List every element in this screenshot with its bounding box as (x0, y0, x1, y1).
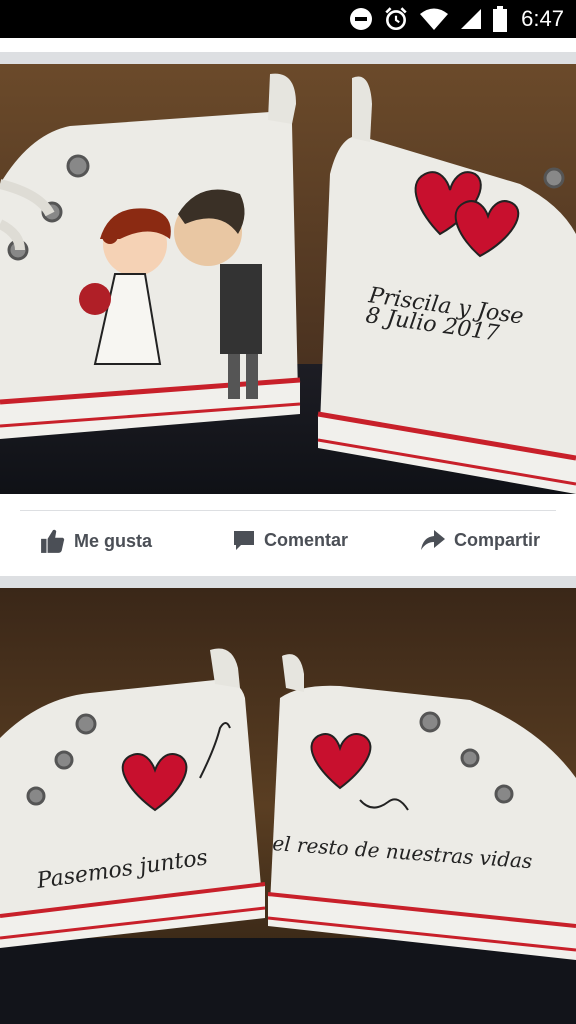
comment-button[interactable]: Comentar (232, 528, 348, 552)
signal-icon (461, 9, 482, 29)
comment-icon (234, 531, 254, 550)
share-button[interactable]: Compartir (420, 528, 540, 552)
battery-icon (493, 6, 508, 32)
wifi-icon (420, 8, 449, 30)
like-button[interactable]: Me gusta (40, 528, 152, 554)
status-bar: 6:47 (0, 0, 576, 38)
action-divider (20, 510, 556, 511)
share-label: Compartir (454, 529, 541, 550)
post-action-bar: Me gusta Comentar Compartir (0, 494, 576, 576)
comment-label: Comentar (264, 529, 349, 550)
thumbs-up-icon (41, 529, 65, 553)
feed-gap (0, 38, 576, 64)
share-arrow-icon (421, 530, 445, 550)
post-photo-1[interactable]: Priscila y Jose 8 Julio 2017 (0, 64, 576, 494)
like-label: Me gusta (74, 530, 153, 551)
post-photo-2[interactable]: Pasemos juntos el resto de nuestras vida… (0, 588, 576, 1024)
status-time: 6:47 (521, 6, 564, 31)
alarm-icon (385, 7, 407, 31)
post-separator (0, 576, 576, 588)
do-not-disturb-icon (350, 8, 373, 30)
